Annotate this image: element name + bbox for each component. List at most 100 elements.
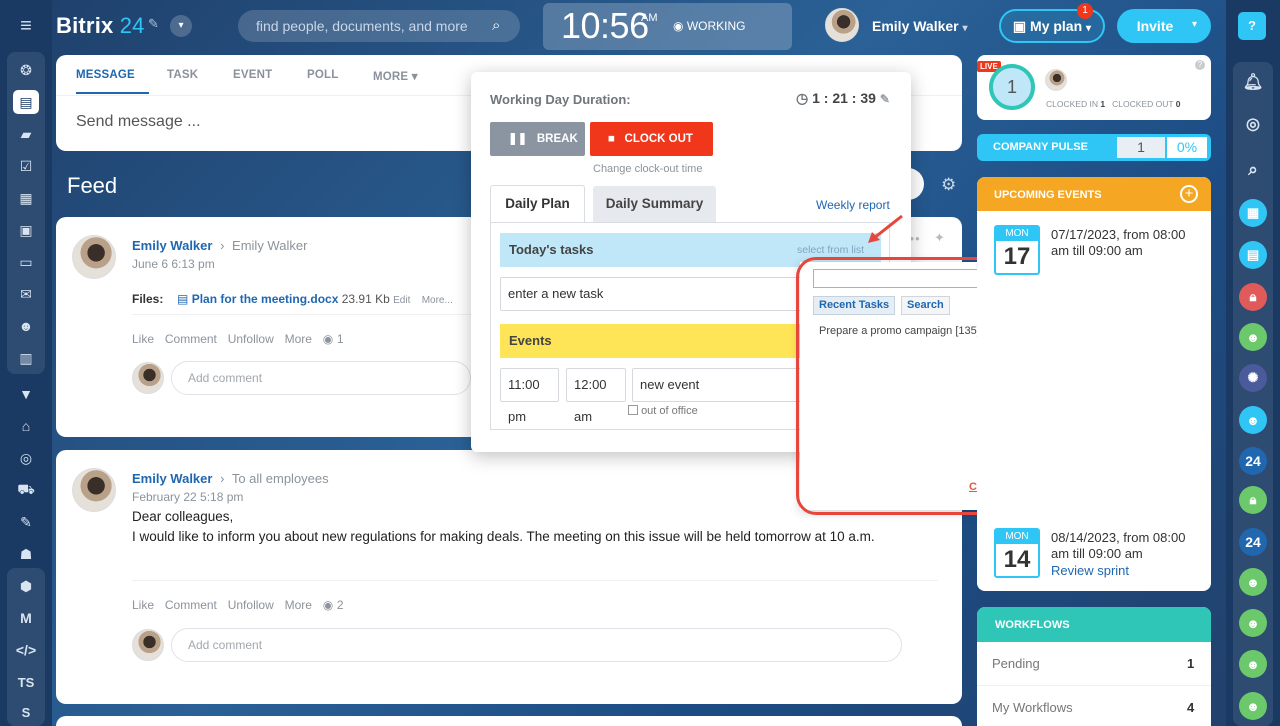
post-text: I would like to inform you about new reg… <box>132 529 875 544</box>
avatar[interactable] <box>72 468 116 512</box>
group-icon[interactable]: ☻ <box>1239 609 1267 637</box>
event-end-time[interactable]: 12:00 am <box>566 368 626 424</box>
group-icon[interactable]: ☻ <box>1239 568 1267 596</box>
unfollow-link[interactable]: Unfollow <box>228 598 274 612</box>
workflow-row-label[interactable]: Pending <box>992 656 1040 671</box>
author-name[interactable]: Emily Walker <box>132 238 212 253</box>
employees-icon[interactable]: ☻ <box>13 314 39 338</box>
add-event-icon[interactable]: + <box>1180 185 1198 203</box>
group-icon[interactable]: ☻ <box>1239 650 1267 678</box>
clocked-count[interactable]: 1 <box>989 64 1035 110</box>
avatar <box>132 362 164 394</box>
post-target[interactable]: To all employees <box>232 471 329 486</box>
comment-input[interactable]: Add comment <box>171 628 902 662</box>
feed-icon[interactable]: ▤ <box>13 90 39 114</box>
edit-pencil-icon[interactable]: ✎ <box>880 92 890 106</box>
contact-card-icon[interactable]: ▤ <box>1239 241 1267 269</box>
target-icon[interactable]: ◎ <box>13 446 39 470</box>
tab-task[interactable]: TASK <box>167 69 198 81</box>
event-name-link[interactable]: Review sprint <box>1051 563 1129 578</box>
cube-icon[interactable]: ⬢ <box>13 574 39 598</box>
collaboration-icon[interactable]: ❂ <box>13 58 39 82</box>
user-name[interactable]: Emily Walker ▾ <box>872 18 968 34</box>
event-start-time[interactable]: 11:00 pm <box>500 368 559 424</box>
crm-filter-icon[interactable]: ▼ <box>13 382 39 406</box>
event-time[interactable]: 08/14/2023, from 08:00 am till 09:00 am <box>1051 530 1201 562</box>
logo[interactable]: Bitrix 24 <box>56 13 145 39</box>
like-link[interactable]: Like <box>132 332 154 346</box>
workflow-row-label[interactable]: My Workflows <box>992 700 1073 715</box>
event-name-input[interactable]: new event <box>632 368 802 402</box>
company-icon[interactable]: ⌂ <box>13 414 39 438</box>
group-icon[interactable]: ☻ <box>1239 692 1267 720</box>
unfollow-link[interactable]: Unfollow <box>228 332 274 346</box>
clock-out-button[interactable]: ■ CLOCK OUT <box>590 122 713 156</box>
contacts-icon[interactable]: ▥ <box>13 346 39 370</box>
avatar[interactable] <box>825 8 859 42</box>
search-icon[interactable]: ⌕ <box>492 17 500 34</box>
pin-icon[interactable]: ✦ <box>934 230 945 246</box>
robot-icon[interactable]: ☗ <box>13 542 39 566</box>
select-from-list-link[interactable]: select from list <box>797 244 864 256</box>
avatar[interactable] <box>72 235 116 279</box>
calendar-icon[interactable]: ▦ <box>13 186 39 210</box>
ts-app-icon[interactable]: TS <box>13 670 39 694</box>
lock-icon[interactable]: 🔒︎ <box>1239 486 1267 514</box>
message-icon[interactable]: ◎ <box>1239 110 1267 138</box>
calendar-chat-icon[interactable]: ▦ <box>1239 199 1267 227</box>
comment-link[interactable]: Comment <box>165 598 217 612</box>
file-edit-link[interactable]: Edit <box>393 295 410 306</box>
post-target[interactable]: Emily Walker <box>232 238 307 253</box>
post-date[interactable]: February 22 5:18 pm <box>132 490 243 504</box>
mail-icon[interactable]: ✉ <box>13 282 39 306</box>
edit-pencil-icon[interactable]: ✎ <box>148 16 159 32</box>
avatar[interactable]: ✺ <box>1239 364 1267 392</box>
message-input[interactable]: Send message ... <box>76 113 201 131</box>
bitrix-24-icon[interactable]: 24 <box>1239 528 1267 556</box>
user-icon[interactable]: ☻ <box>1239 323 1267 351</box>
developer-icon[interactable]: </> <box>13 638 39 662</box>
break-button[interactable]: ❚❚ BREAK <box>490 122 585 156</box>
group-chat-icon[interactable]: ☻ <box>1239 406 1267 434</box>
chevron-down-icon[interactable]: ▾ <box>170 15 192 37</box>
out-of-office-checkbox[interactable]: out of office <box>628 405 698 417</box>
more-link[interactable]: More <box>285 598 312 612</box>
lock-icon[interactable]: 🔒︎ <box>1239 283 1267 311</box>
help-icon[interactable]: ? <box>1195 60 1205 70</box>
documents-icon[interactable]: ▣ <box>13 218 39 242</box>
tab-daily-plan[interactable]: Daily Plan <box>490 185 585 223</box>
clock-widget[interactable]: 10:56 AM ◉ WORKING <box>543 3 792 50</box>
tab-event[interactable]: EVENT <box>233 69 272 81</box>
hamburger-menu-icon[interactable]: ≡ <box>13 14 39 38</box>
tab-daily-summary[interactable]: Daily Summary <box>593 186 716 223</box>
annotation-arrow-icon <box>868 214 903 243</box>
author-name[interactable]: Emily Walker <box>132 471 212 486</box>
like-link[interactable]: Like <box>132 598 154 612</box>
file-more-link[interactable]: More... <box>422 295 453 306</box>
search-input[interactable]: find people, documents, and more <box>238 10 520 42</box>
shop-cart-icon[interactable]: ⛟ <box>13 478 39 502</box>
file-link[interactable]: Plan for the meeting.docx <box>192 292 339 306</box>
chat-icon[interactable]: ▰ <box>13 122 39 146</box>
tab-message[interactable]: MESSAGE <box>76 69 135 81</box>
bitrix-24-icon[interactable]: 24 <box>1239 447 1267 475</box>
invite-dropdown-icon[interactable]: ▾ <box>1192 19 1197 30</box>
comment-input[interactable]: Add comment <box>171 361 471 395</box>
tab-more[interactable]: MORE ▾ <box>373 69 418 83</box>
s-app-icon[interactable]: S <box>13 700 39 724</box>
bell-icon[interactable]: 🔔︎ <box>1239 68 1267 96</box>
search-icon[interactable]: ⌕ <box>1239 156 1267 184</box>
post-date[interactable]: June 6 6:13 pm <box>132 257 215 271</box>
comment-link[interactable]: Comment <box>165 332 217 346</box>
help-icon[interactable]: ? <box>1238 12 1266 40</box>
drive-icon[interactable]: ▭ <box>13 250 39 274</box>
company-pulse[interactable]: COMPANY PULSE 1 0% <box>977 134 1211 161</box>
more-link[interactable]: More <box>285 332 312 346</box>
gear-icon[interactable]: ⚙ <box>941 175 956 195</box>
sign-icon[interactable]: ✎ <box>13 510 39 534</box>
event-time[interactable]: 07/17/2023, from 08:00 am till 09:00 am <box>1051 227 1201 259</box>
tab-poll[interactable]: POLL <box>307 69 338 81</box>
market-icon[interactable]: M <box>13 606 39 630</box>
change-time-link[interactable]: Change clock-out time <box>593 163 702 175</box>
tasks-icon[interactable]: ☑ <box>13 154 39 178</box>
